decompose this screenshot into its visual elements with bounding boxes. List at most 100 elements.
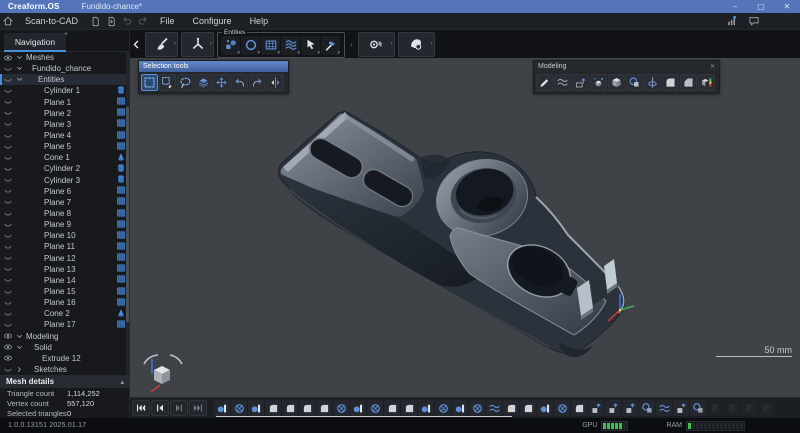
op-fillet-button[interactable] (265, 400, 281, 416)
chev-down-icon[interactable] (15, 64, 24, 73)
tree-row[interactable]: Cylinder 1 (0, 85, 130, 96)
op-revolve-button[interactable] (469, 400, 485, 416)
import-icon[interactable] (103, 13, 119, 29)
op-pull-button[interactable] (673, 400, 689, 416)
mesh-shell-button[interactable]: › (398, 32, 435, 57)
import-icon[interactable] (106, 16, 117, 27)
visibility-toggle[interactable] (3, 331, 13, 341)
grow-selection-button[interactable] (213, 74, 230, 91)
redo-icon[interactable] (137, 15, 149, 27)
new-document-icon[interactable] (90, 16, 101, 27)
visibility-toggle[interactable] (3, 253, 13, 263)
op-fillet-button[interactable] (571, 400, 587, 416)
visibility-toggle[interactable] (3, 264, 13, 274)
tree-row[interactable]: Plane 17 (0, 319, 130, 330)
module-name[interactable]: Scan-to-CAD (16, 13, 87, 30)
surfaces-tool-button[interactable]: ▾ (281, 36, 300, 55)
tree-row[interactable]: Plane 10 (0, 230, 130, 241)
op-surface-button[interactable] (656, 400, 672, 416)
rect-select-button[interactable] (141, 74, 158, 91)
tree-row[interactable]: Meshes (0, 52, 130, 63)
telemetry-icon[interactable] (724, 13, 740, 29)
visibility-toggle[interactable] (3, 153, 13, 163)
plane-tool-button[interactable]: ▾ (261, 36, 280, 55)
op-revolve-button[interactable] (367, 400, 383, 416)
visibility-toggle[interactable] (3, 131, 13, 141)
visibility-toggle[interactable] (3, 220, 13, 230)
tree-row[interactable]: Plane 14 (0, 275, 130, 286)
close-button[interactable]: ✕ (774, 0, 800, 13)
menu-configure[interactable]: Configure (184, 13, 241, 30)
visibility-toggle[interactable] (3, 275, 13, 285)
visibility-toggle[interactable] (3, 320, 13, 330)
tree-row[interactable]: Plane 11 (0, 241, 130, 252)
extrude-sketch-button[interactable] (572, 74, 589, 91)
lasso-select-button[interactable] (177, 74, 194, 91)
chev-down-icon[interactable] (15, 75, 24, 84)
op-fillet-button[interactable] (520, 400, 536, 416)
op-extrude-button[interactable] (248, 400, 264, 416)
chev-down-icon[interactable] (15, 332, 24, 341)
op-extrude-button[interactable] (214, 400, 230, 416)
undo-icon[interactable] (121, 15, 133, 27)
op-extrude-button[interactable] (537, 400, 553, 416)
op-fillet-button[interactable] (401, 400, 417, 416)
tree-row[interactable]: Sketches (0, 364, 130, 375)
visibility-toggle[interactable] (3, 231, 13, 241)
mesh-details-header[interactable]: Mesh details ▴ (0, 375, 130, 388)
visibility-toggle[interactable] (3, 108, 13, 118)
tab-navigation[interactable]: Navigation (4, 33, 66, 52)
op-surface-button[interactable] (486, 400, 502, 416)
tree-row[interactable]: Plane 12 (0, 253, 130, 264)
op-extrude-button[interactable] (418, 400, 434, 416)
tree-row[interactable]: Plane 1 (0, 97, 130, 108)
mirror-selection-button[interactable] (267, 74, 284, 91)
group-collapse-icon[interactable]: ‹ (348, 40, 355, 49)
tree-row[interactable]: Modeling (0, 331, 130, 342)
op-fillet-button[interactable] (384, 400, 400, 416)
visibility-toggle[interactable] (3, 197, 13, 207)
op-fillet-button[interactable] (503, 400, 519, 416)
visibility-toggle[interactable] (3, 287, 13, 297)
tree-row[interactable]: Plane 4 (0, 130, 130, 141)
flip-left-button[interactable] (231, 74, 248, 91)
minimize-button[interactable]: – (722, 0, 748, 13)
tree-scrollbar[interactable] (126, 52, 129, 375)
cleanup-brush-button[interactable]: › (145, 32, 178, 57)
menu-help[interactable]: Help (241, 13, 278, 30)
brush-select-button[interactable] (159, 74, 176, 91)
home-icon[interactable] (0, 13, 16, 29)
op-ghost-button[interactable] (707, 400, 723, 416)
modeling-palette[interactable]: Modeling ✕ (533, 60, 720, 94)
op-revolve-button[interactable] (231, 400, 247, 416)
op-fillet-button[interactable] (316, 400, 332, 416)
tree-row[interactable]: Solid (0, 342, 130, 353)
visibility-toggle[interactable] (3, 86, 13, 96)
feedback-icon[interactable] (748, 15, 760, 27)
telemetry-icon[interactable] (726, 15, 738, 27)
maximize-button[interactable]: ▢ (748, 0, 774, 13)
tree-row[interactable]: Plane 3 (0, 119, 130, 130)
undo-icon[interactable] (119, 13, 135, 29)
selection-tools-title[interactable]: Selection tools (139, 61, 288, 72)
selection-tools-palette[interactable]: Selection tools (138, 60, 289, 94)
hammer-tool-button[interactable]: ▾ (321, 36, 340, 55)
visibility-toggle[interactable] (3, 298, 13, 308)
op-revolve-button[interactable] (554, 400, 570, 416)
probe-tool-button[interactable]: ▾ (301, 36, 320, 55)
pb-start-button[interactable] (132, 400, 150, 416)
feedback-icon[interactable] (746, 13, 762, 29)
op-fillet-button[interactable] (282, 400, 298, 416)
visibility-toggle[interactable] (3, 75, 13, 85)
tree-row[interactable]: Plane 6 (0, 186, 130, 197)
document-tab[interactable]: Fundido-chance* (82, 2, 142, 11)
op-ghost-button[interactable] (758, 400, 774, 416)
op-pull-button[interactable] (622, 400, 638, 416)
visibility-toggle[interactable] (3, 175, 13, 185)
assembly-button[interactable]: › (358, 32, 395, 57)
op-revolve-button[interactable] (435, 400, 451, 416)
visibility-toggle[interactable] (3, 164, 13, 174)
surface-wizard-button[interactable] (554, 74, 571, 91)
palette-close-icon[interactable]: ✕ (710, 63, 715, 70)
chev-down-icon[interactable] (15, 343, 24, 352)
